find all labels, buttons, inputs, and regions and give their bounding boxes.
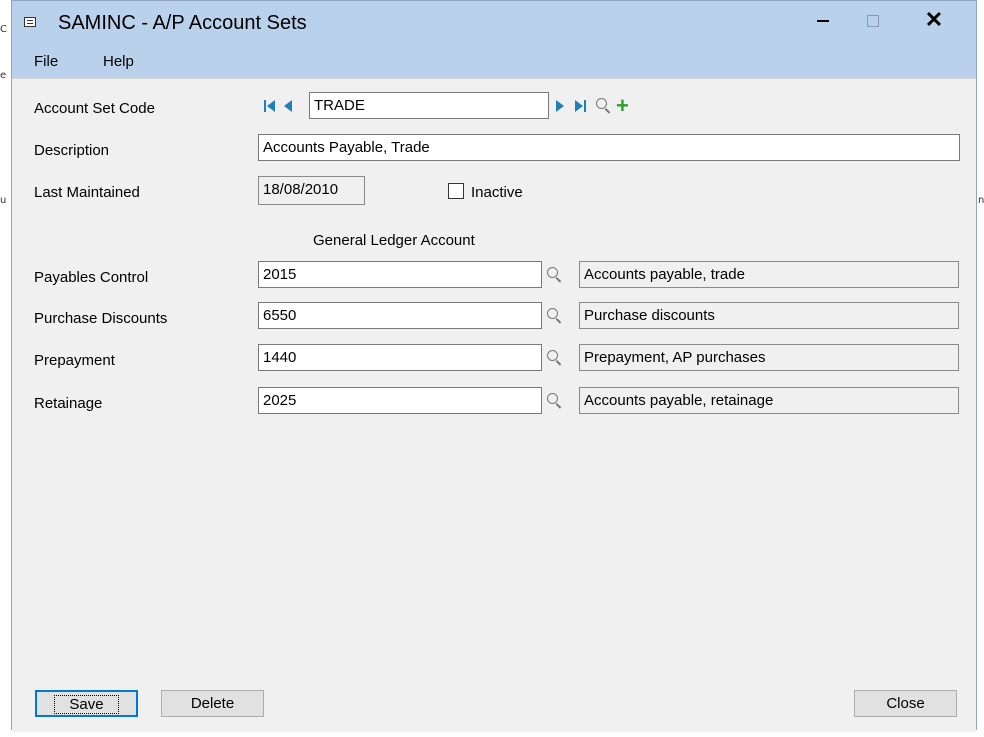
description-label: Description <box>34 142 110 159</box>
retainage-finder-icon[interactable] <box>546 392 562 410</box>
description-input[interactable]: Accounts Payable, Trade <box>258 134 960 161</box>
first-record-icon[interactable] <box>267 100 275 112</box>
close-window-button[interactable]: ✕ <box>911 1 957 45</box>
background-window-text: e <box>0 70 7 81</box>
retainage-description: Accounts payable, retainage <box>579 387 959 414</box>
retainage-input[interactable]: 2025 <box>258 387 542 414</box>
window-title: SAMINC - A/P Account Sets <box>58 12 307 34</box>
purchase-discounts-label: Purchase Discounts <box>34 310 168 327</box>
menu-bar: File Help <box>12 45 976 78</box>
maximize-icon <box>867 15 879 27</box>
account-set-code-input[interactable]: TRADE <box>309 92 549 119</box>
payables-control-description: Accounts payable, trade <box>579 261 959 288</box>
account-set-code-label: Account Set Code <box>34 100 155 117</box>
prepayment-finder-icon[interactable] <box>546 349 562 367</box>
minimize-button[interactable] <box>800 1 846 45</box>
next-record-icon[interactable] <box>556 100 564 112</box>
menu-help[interactable]: Help <box>103 53 134 70</box>
maximize-button[interactable] <box>850 1 896 45</box>
menu-file[interactable]: File <box>34 53 58 70</box>
last-maintained-value: 18/08/2010 <box>258 176 365 205</box>
close-icon: ✕ <box>924 7 944 32</box>
payables-control-input[interactable]: 2015 <box>258 261 542 288</box>
inactive-label[interactable]: Inactive <box>471 184 523 201</box>
minimize-icon <box>817 20 829 22</box>
prepayment-label: Prepayment <box>34 352 115 369</box>
save-button[interactable]: Save <box>35 690 138 717</box>
last-record-bar <box>584 100 586 112</box>
payables-control-label: Payables Control <box>34 269 149 286</box>
payables-control-finder-icon[interactable] <box>546 266 562 284</box>
title-bar[interactable]: SAMINC - A/P Account Sets ✕ <box>12 1 976 45</box>
prepayment-description: Prepayment, AP purchases <box>579 344 959 371</box>
save-button-label: Save <box>54 695 119 714</box>
window-icon[interactable] <box>24 17 36 27</box>
background-window-text: n <box>978 195 984 206</box>
purchase-discounts-finder-icon[interactable] <box>546 307 562 325</box>
account-sets-window: SAMINC - A/P Account Sets ✕ File Help Ac… <box>11 0 977 732</box>
prepayment-input[interactable]: 1440 <box>258 344 542 371</box>
previous-record-icon[interactable] <box>284 100 292 112</box>
add-icon[interactable]: + <box>616 95 629 117</box>
purchase-discounts-description: Purchase discounts <box>579 302 959 329</box>
retainage-label: Retainage <box>34 395 103 412</box>
close-button[interactable]: Close <box>854 690 957 717</box>
last-maintained-label: Last Maintained <box>34 184 140 201</box>
last-record-icon[interactable] <box>575 100 583 112</box>
background-window-text: C <box>0 24 7 35</box>
gl-account-header: General Ledger Account <box>313 232 475 249</box>
background-window-text: u <box>0 195 7 206</box>
account-set-finder-icon[interactable] <box>595 97 611 115</box>
delete-button[interactable]: Delete <box>161 690 264 717</box>
purchase-discounts-input[interactable]: 6550 <box>258 302 542 329</box>
form-area: Account Set Code TRADE + Description Acc… <box>12 78 976 732</box>
inactive-checkbox[interactable] <box>448 183 464 199</box>
first-record-bar <box>264 100 266 112</box>
